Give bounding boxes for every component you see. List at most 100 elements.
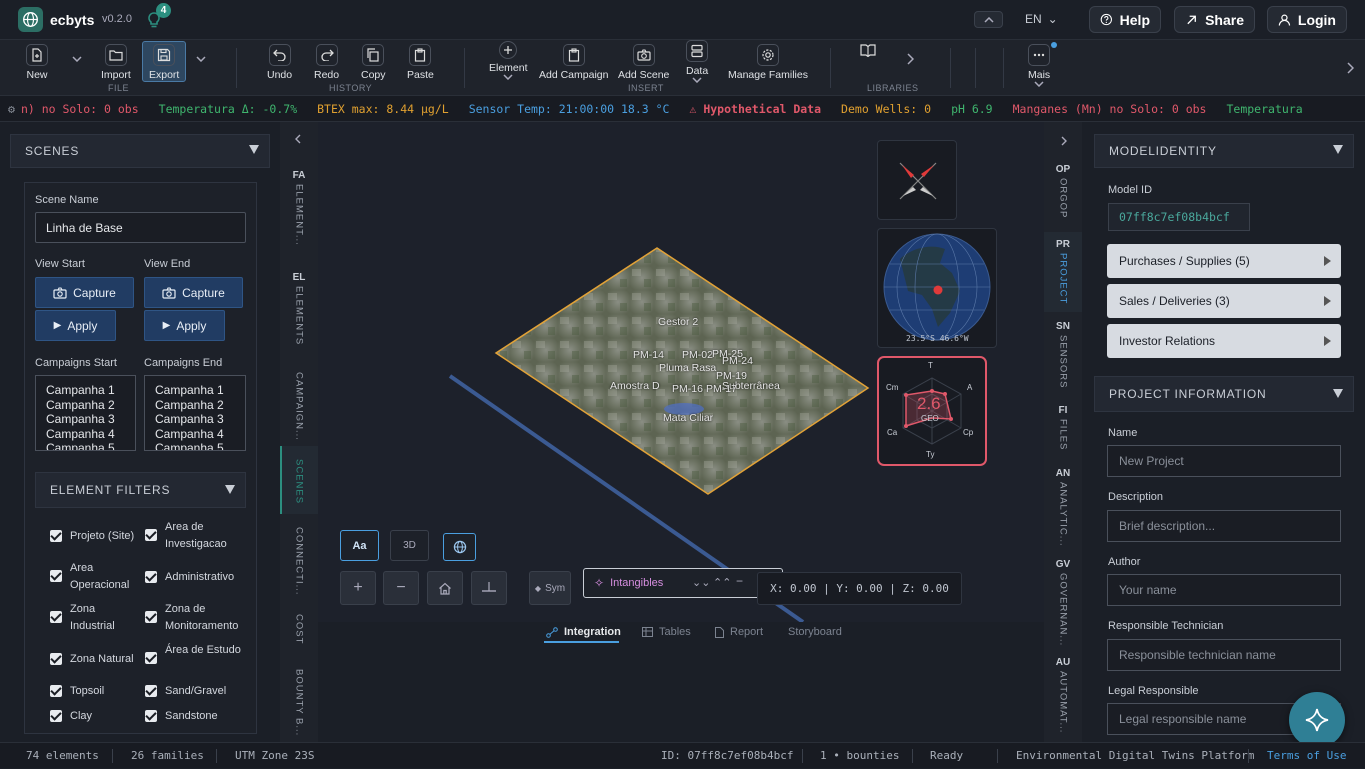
- collapse-chevron-icon[interactable]: [974, 11, 1003, 28]
- collapse-up-icon[interactable]: ⌃⌃: [713, 576, 731, 589]
- ticker-settings-icon[interactable]: ⚙: [8, 102, 15, 116]
- filter-checkbox[interactable]: Zona Industrial: [50, 601, 138, 635]
- new-dropdown-chevron-icon[interactable]: [72, 56, 82, 62]
- notification-badge[interactable]: 4: [156, 3, 171, 18]
- tab-files[interactable]: FI FILES: [1044, 405, 1082, 450]
- manage-families-button[interactable]: Manage Families: [728, 40, 808, 96]
- description-input[interactable]: Brief description...: [1107, 510, 1341, 542]
- zoom-out-button[interactable]: −: [383, 571, 419, 605]
- add-campaign-button[interactable]: Add Campaign: [539, 40, 608, 96]
- purchases-supplies-link[interactable]: Purchases / Supplies (5): [1107, 244, 1341, 278]
- ground-plane-button[interactable]: [471, 571, 507, 605]
- campaigns-start-list[interactable]: Campanha 1 Campanha 2 Campanha 3 Campanh…: [35, 375, 136, 451]
- list-item[interactable]: Campanha 4: [46, 427, 135, 442]
- bounties-status[interactable]: 1 • bounties: [820, 743, 899, 769]
- map-label[interactable]: Amostra D: [610, 380, 660, 392]
- filter-checkbox[interactable]: Clay: [50, 708, 138, 725]
- map-label[interactable]: Mata Ciliar: [663, 412, 713, 424]
- language-select[interactable]: EN ⌄: [1025, 12, 1058, 26]
- tab-scenes[interactable]: SCENES: [280, 459, 318, 504]
- radar-widget[interactable]: 2.6 GEO T A Cp Ty Ca Cm: [877, 356, 987, 466]
- capture-start-button[interactable]: Capture: [35, 277, 134, 308]
- apply-end-button[interactable]: ▶ Apply: [144, 310, 225, 341]
- chevron-left-icon[interactable]: [294, 134, 301, 144]
- project-information-header[interactable]: PROJECT INFORMATION: [1094, 376, 1354, 412]
- more-button[interactable]: Mais: [1028, 40, 1050, 96]
- globe-widget[interactable]: 23.5°S 46.6°W: [877, 228, 997, 348]
- globe-view-button[interactable]: [443, 533, 476, 561]
- tab-connections[interactable]: CONNECTI...: [280, 527, 318, 596]
- zoom-in-button[interactable]: +: [340, 571, 376, 605]
- filter-checkbox[interactable]: Administrativo: [145, 569, 245, 586]
- tab-element-families[interactable]: FA ELEMENT...: [280, 170, 318, 246]
- home-view-button[interactable]: [427, 571, 463, 605]
- book-icon[interactable]: [860, 44, 876, 57]
- author-input[interactable]: Your name: [1107, 574, 1341, 606]
- responsible-technician-input[interactable]: Responsible technician name: [1107, 639, 1341, 671]
- campaigns-end-list[interactable]: Campanha 1 Campanha 2 Campanha 3 Campanh…: [144, 375, 246, 451]
- export-button[interactable]: Export: [142, 41, 187, 82]
- chevron-right-icon[interactable]: [907, 53, 914, 65]
- login-button[interactable]: Login: [1267, 6, 1347, 33]
- tab-elements[interactable]: EL ELEMENTS: [280, 272, 318, 345]
- list-item[interactable]: Campanha 3: [46, 412, 135, 427]
- model-id-value[interactable]: 07ff8c7ef08b4bcf: [1108, 203, 1250, 231]
- filter-checkbox[interactable]: Sandstone: [145, 708, 245, 725]
- filter-checkbox[interactable]: Topsoil: [50, 683, 138, 700]
- tab-cost[interactable]: COST: [280, 614, 318, 644]
- symbology-button[interactable]: ◆ Sym: [529, 571, 571, 605]
- chevron-right-icon[interactable]: [1061, 136, 1068, 146]
- data-button[interactable]: Data: [686, 40, 708, 96]
- intangibles-bar[interactable]: ✧ Intangibles ⌄⌄ ⌃⌃ −: [583, 568, 783, 598]
- sales-deliveries-link[interactable]: Sales / Deliveries (3): [1107, 284, 1341, 318]
- new-button[interactable]: New: [26, 40, 48, 96]
- share-button[interactable]: Share: [1174, 6, 1255, 33]
- tab-orgop[interactable]: OP ORGOP: [1044, 164, 1082, 218]
- expand-down-icon[interactable]: ⌄⌄: [692, 576, 710, 589]
- map-label[interactable]: PM-24: [722, 355, 753, 367]
- tab-report[interactable]: Report: [715, 626, 763, 638]
- globe-logo-icon[interactable]: [18, 7, 43, 32]
- tab-campaigns[interactable]: CAMPAIGN...: [280, 372, 318, 441]
- list-item[interactable]: Campanha 1: [46, 383, 135, 398]
- filter-checkbox[interactable]: Sand/Gravel: [145, 683, 245, 700]
- list-item[interactable]: Campanha 4: [155, 427, 245, 442]
- filter-checkbox[interactable]: Projeto (Site): [50, 528, 138, 545]
- tab-automation[interactable]: AU AUTOMAT...: [1044, 657, 1082, 733]
- label-toggle-button[interactable]: Aa: [340, 530, 379, 561]
- 3d-toggle-button[interactable]: 3D: [390, 530, 429, 561]
- investor-relations-link[interactable]: Investor Relations: [1107, 324, 1341, 358]
- element-filters-header[interactable]: ELEMENT FILTERS: [35, 472, 246, 508]
- filter-checkbox[interactable]: Area Operacional: [50, 560, 138, 594]
- tab-governance[interactable]: GV GOVERNAN...: [1044, 559, 1082, 646]
- tab-analytics[interactable]: AN ANALYTIC...: [1044, 468, 1082, 547]
- tab-tables[interactable]: Tables: [642, 626, 691, 638]
- minimize-icon[interactable]: −: [736, 574, 743, 588]
- undo-button[interactable]: Undo: [267, 40, 292, 96]
- list-item[interactable]: Campanha 3: [155, 412, 245, 427]
- scene-name-input[interactable]: Linha de Base: [35, 212, 246, 243]
- terms-of-use-link[interactable]: Terms of Use: [1267, 743, 1346, 769]
- tab-sensors[interactable]: SN SENSORS: [1044, 321, 1082, 388]
- map-label[interactable]: Pluma Rasa: [659, 362, 716, 374]
- list-item[interactable]: Campanha 1: [155, 383, 245, 398]
- scenes-header[interactable]: SCENES: [10, 134, 270, 168]
- filter-checkbox[interactable]: Zona de Monitoramento: [145, 601, 245, 635]
- project-name-input[interactable]: New Project: [1107, 445, 1341, 477]
- map-label[interactable]: PM-14: [633, 349, 664, 361]
- map-label[interactable]: PM-17: [706, 383, 737, 395]
- filter-checkbox[interactable]: Zona Natural: [50, 651, 138, 668]
- tab-integration[interactable]: Integration: [546, 626, 621, 638]
- apply-start-button[interactable]: ▶ Apply: [35, 310, 116, 341]
- paste-button[interactable]: Paste: [407, 40, 434, 96]
- compass-widget[interactable]: [877, 140, 957, 220]
- help-button[interactable]: Help: [1089, 6, 1161, 33]
- toolbar-scroll-right-icon[interactable]: [1347, 62, 1354, 74]
- list-item[interactable]: Campanha 2: [46, 398, 135, 413]
- tab-storyboard[interactable]: Storyboard: [788, 626, 842, 638]
- list-item[interactable]: Campanha 5: [46, 441, 135, 450]
- capture-end-button[interactable]: Capture: [144, 277, 243, 308]
- tab-project[interactable]: PR PROJECT: [1044, 239, 1082, 304]
- filter-checkbox[interactable]: Área de Estudo: [145, 642, 245, 664]
- list-item[interactable]: Campanha 5: [155, 441, 245, 450]
